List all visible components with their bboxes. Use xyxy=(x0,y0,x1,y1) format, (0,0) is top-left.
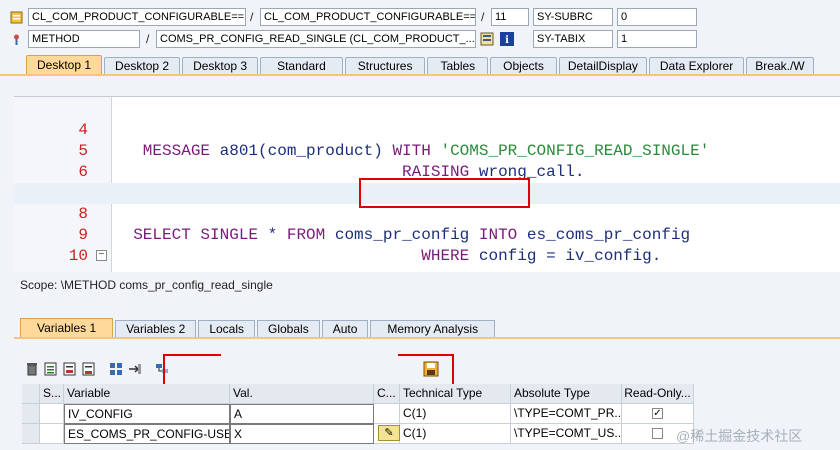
technical-type-cell: C(1) xyxy=(400,424,511,444)
tabs-divider xyxy=(0,74,840,76)
edit-pencil-icon[interactable]: ✎ xyxy=(378,425,400,441)
value-cell[interactable]: A xyxy=(230,404,374,424)
change-cell[interactable] xyxy=(374,404,400,424)
technical-type-cell: C(1) xyxy=(400,404,511,424)
transfer-icon[interactable] xyxy=(127,361,143,377)
sysvar-field-1[interactable]: SY-SUBRC xyxy=(533,8,613,26)
sysvar-field-2[interactable]: SY-TABIX xyxy=(533,30,613,48)
method-name-field[interactable]: COMS_PR_CONFIG_READ_SINGLE (CL_COM_PRODU… xyxy=(156,30,476,48)
code-line-current[interactable]: ⇨ 11 − IF sy-subrc NE 0. xyxy=(14,246,840,272)
annotation-line xyxy=(398,354,454,356)
desktop-tabs: Desktop 1 Desktop 2 Desktop 3 Standard S… xyxy=(0,55,840,75)
fold-toggle-icon[interactable]: − xyxy=(96,250,107,261)
tab-standard[interactable]: Standard xyxy=(260,57,343,75)
code-line[interactable]: 12 MESSAGE e010(com_product) WITH iv_con… xyxy=(14,267,840,272)
column-header[interactable]: Val. xyxy=(230,384,374,404)
table-row[interactable]: ES_COMS_PR_CONFIG-USE_... X C(1) \TYPE=C… xyxy=(22,424,702,444)
watermark: @稀土掘金技术社区 xyxy=(676,428,803,444)
variables-tabs: Variables 1 Variables 2 Locals Globals A… xyxy=(20,318,497,338)
tab-desktop-2[interactable]: Desktop 2 xyxy=(104,57,181,75)
grid-header: S... Variable Val. C... Technical Type A… xyxy=(22,384,702,404)
column-header[interactable]: S... xyxy=(40,384,64,404)
tab-structures[interactable]: Structures xyxy=(344,57,426,75)
tab-desktop-3[interactable]: Desktop 3 xyxy=(182,57,259,75)
clear-rows-icon[interactable] xyxy=(81,361,97,377)
annotation-line xyxy=(163,354,165,388)
svg-text:i: i xyxy=(505,35,509,46)
line-field[interactable]: 11 xyxy=(491,8,529,26)
variables-grid: S... Variable Val. C... Technical Type A… xyxy=(22,384,702,444)
column-header[interactable]: Technical Type xyxy=(400,384,511,404)
value-cell[interactable]: X xyxy=(230,424,374,444)
absolute-type-cell: \TYPE=COMT_PR... xyxy=(511,404,622,424)
tab-variables-2[interactable]: Variables 2 xyxy=(115,320,197,338)
separator: / xyxy=(250,10,254,24)
read-only-checkbox xyxy=(652,428,663,440)
tab-tables[interactable]: Tables xyxy=(427,57,489,75)
row-selector-header[interactable] xyxy=(22,384,40,404)
code-line[interactable]: 4 MESSAGE a801(com_product) WITH 'COMS_P… xyxy=(14,99,840,160)
tab-auto[interactable]: Auto xyxy=(321,320,369,338)
status-cell xyxy=(40,424,64,444)
column-header[interactable]: Absolute Type xyxy=(511,384,622,404)
tab-desktop-1[interactable]: Desktop 1 xyxy=(26,55,103,75)
variable-name-cell[interactable]: ES_COMS_PR_CONFIG-USE_... xyxy=(64,424,230,444)
scope-label: Scope: \METHOD coms_pr_config_read_singl… xyxy=(20,278,273,292)
variables-toolbar xyxy=(24,360,173,378)
column-header[interactable]: Variable xyxy=(64,384,230,404)
insert-row-icon[interactable] xyxy=(43,361,59,377)
variable-name-cell[interactable]: IV_CONFIG xyxy=(64,404,230,424)
tab-data-explorer[interactable]: Data Explorer xyxy=(648,57,745,75)
row-selector[interactable] xyxy=(22,424,40,444)
separator: / xyxy=(481,10,485,24)
delete-row-icon[interactable] xyxy=(62,361,78,377)
table-row[interactable]: IV_CONFIG A C(1) \TYPE=COMT_PR... ✓ xyxy=(22,404,702,424)
code-line[interactable]: 10 xyxy=(14,225,840,265)
tab-variables-1[interactable]: Variables 1 xyxy=(20,318,114,338)
tab-locals[interactable]: Locals xyxy=(198,320,255,338)
sysval-field-1[interactable]: 0 xyxy=(617,8,697,26)
info-icon[interactable]: i xyxy=(500,32,514,46)
type-field[interactable]: METHOD xyxy=(28,30,140,48)
separator: / xyxy=(146,32,150,46)
annotation-line xyxy=(163,354,221,356)
annotation-line xyxy=(452,354,454,388)
column-header[interactable]: Read-Only... xyxy=(622,384,694,404)
absolute-type-cell: \TYPE=COMT_US... xyxy=(511,424,622,444)
sysval-field-2[interactable]: 1 xyxy=(617,30,697,48)
method-icon xyxy=(10,33,23,46)
tab-breakpoints[interactable]: Break./W xyxy=(746,57,814,75)
tree-icon[interactable] xyxy=(154,361,170,377)
program-field[interactable]: CL_COM_PRODUCT_CONFIGURABLE==... xyxy=(28,8,246,26)
vtabs-divider xyxy=(14,337,840,339)
display-object-icon[interactable] xyxy=(480,32,494,46)
tab-memory-analysis[interactable]: Memory Analysis xyxy=(370,320,496,338)
hierarchy-icon[interactable] xyxy=(108,361,124,377)
status-cell xyxy=(40,404,64,424)
include-field[interactable]: CL_COM_PRODUCT_CONFIGURABLE==... xyxy=(260,8,476,26)
row-selector[interactable] xyxy=(22,404,40,424)
read-only-cell: ✓ xyxy=(622,404,694,424)
code-editor[interactable]: 4 MESSAGE a801(com_product) WITH 'COMS_P… xyxy=(14,96,840,272)
program-icon xyxy=(10,11,23,24)
tab-detail-display[interactable]: DetailDisplay xyxy=(558,57,647,75)
delete-icon[interactable] xyxy=(24,361,40,377)
column-header[interactable]: C... xyxy=(374,384,400,404)
read-only-checkbox: ✓ xyxy=(652,408,663,420)
tab-objects[interactable]: Objects xyxy=(490,57,557,75)
code-line[interactable]: 5 RAISING wrong_call. xyxy=(14,120,840,181)
highlight-box xyxy=(359,178,530,208)
code-line[interactable]: 6 ENDIF. xyxy=(14,141,840,202)
tab-globals[interactable]: Globals xyxy=(257,320,320,338)
save-icon[interactable] xyxy=(423,361,439,377)
